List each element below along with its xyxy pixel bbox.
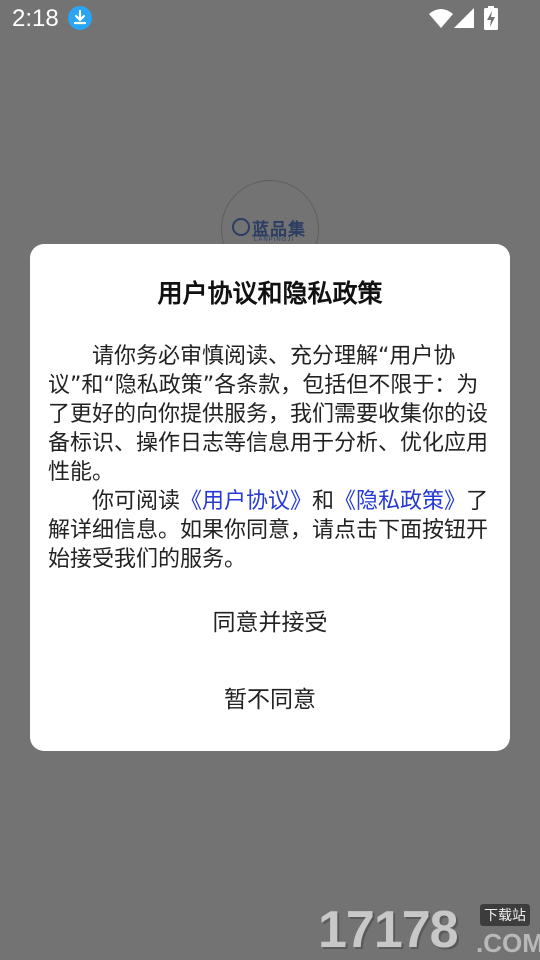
dialog-body: 请你务必审慎阅读、充分理解“用户协议”和“隐私政策”各条款，包括但不限于：为了更… <box>48 342 496 574</box>
watermark-badge: 下载站 <box>480 904 530 926</box>
battery-charging-icon <box>484 6 498 34</box>
dialog-title: 用户协议和隐私政策 <box>157 279 383 308</box>
decline-button[interactable]: 暂不同意 <box>30 683 510 717</box>
download-icon <box>68 6 92 30</box>
accept-button[interactable]: 同意并接受 <box>30 606 510 640</box>
status-time: 2:18 <box>12 5 59 32</box>
privacy-dialog: 用户协议和隐私政策 请你务必审慎阅读、充分理解“用户协议”和“隐私政策”各条款，… <box>30 244 510 751</box>
cell-signal-icon <box>454 8 474 32</box>
paragraph-2-and: 和 <box>312 489 335 514</box>
dialog-paragraph-1: 请你务必审慎阅读、充分理解“用户协议”和“隐私政策”各条款，包括但不限于：为了更… <box>48 344 489 485</box>
site-watermark: 17178 下载站 .COM <box>318 900 540 960</box>
status-bar: 2:18 <box>0 0 540 38</box>
user-agreement-link[interactable]: 《用户协议》 <box>180 489 312 514</box>
wifi-icon <box>429 8 453 32</box>
dialog-paragraph-2: 你可阅读《用户协议》和《隐私政策》了解详细信息。如果你同意，请点击下面按钮开始接… <box>48 487 496 574</box>
privacy-policy-link[interactable]: 《隐私政策》 <box>334 489 466 514</box>
app-logo-icon <box>232 218 250 236</box>
app-logo-subtext: LANPINGJI <box>254 237 295 243</box>
watermark-domain: .COM <box>476 928 540 958</box>
paragraph-2-prefix: 你可阅读 <box>92 489 181 514</box>
watermark-digits: 17178 <box>318 901 459 959</box>
